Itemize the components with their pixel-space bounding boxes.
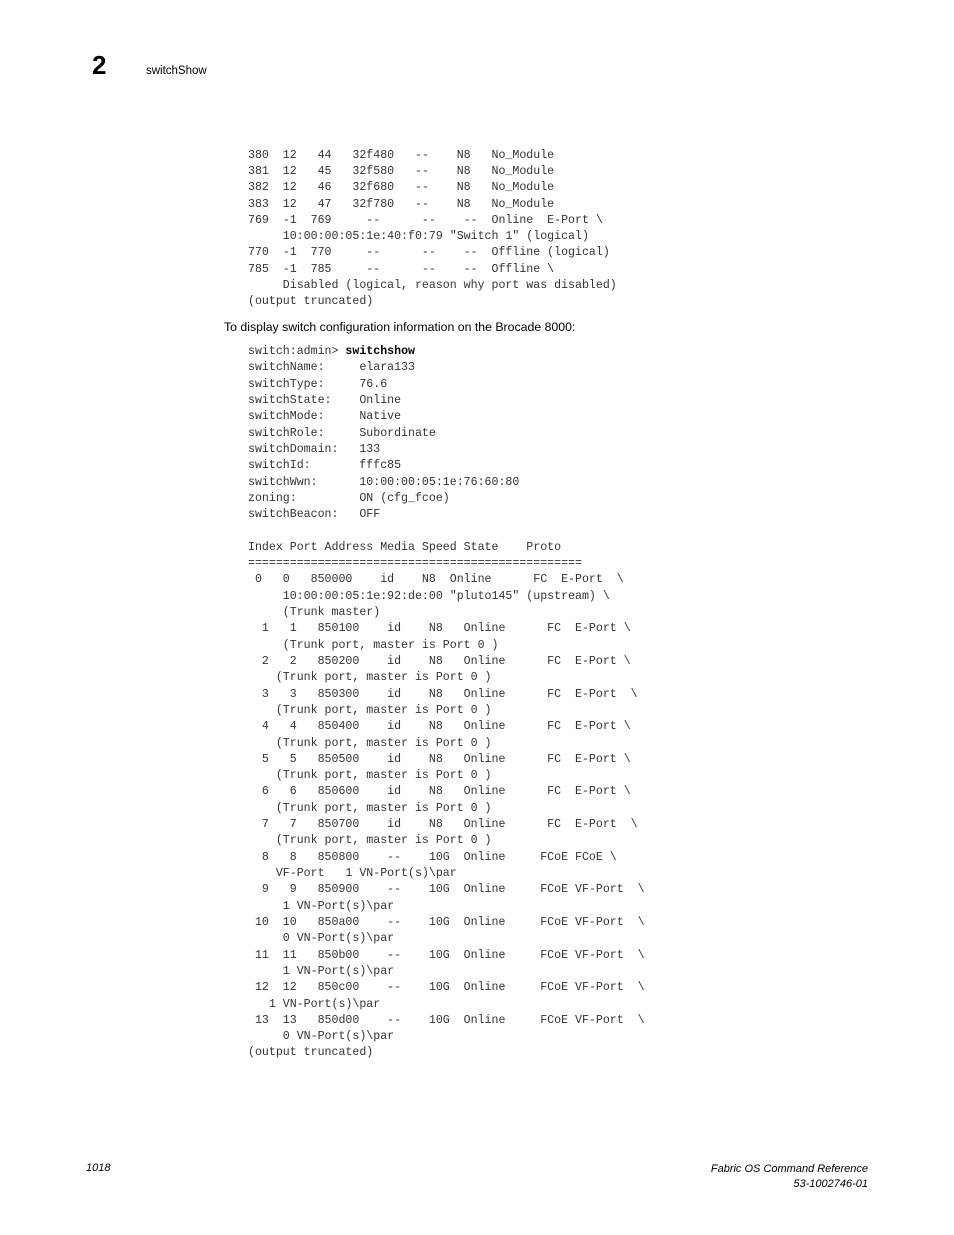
footer-document-title: Fabric OS Command Reference [710, 1163, 868, 1175]
footer-document-id: 53-1002746-01 [793, 1178, 868, 1190]
code-block-port-listing-continued: 380 12 44 32f480 -- N8 No_Module 381 12 … [248, 148, 617, 309]
switchshow-output-body: switchName: elara133 switchType: 76.6 sw… [248, 361, 645, 1060]
page-running-header: 2 switchShow [92, 52, 207, 78]
footer-page-number: 1018 [86, 1162, 111, 1174]
code-block-switchshow-output: switch:admin> switchshow switchName: ela… [248, 344, 645, 1062]
chapter-number: 2 [92, 50, 106, 80]
page-title: switchShow [145, 65, 207, 77]
shell-prompt: switch:admin> [248, 345, 346, 358]
footer-document-info: Fabric OS Command Reference 53-1002746-0… [711, 1162, 868, 1192]
page-footer: 1018 Fabric OS Command Reference 53-1002… [0, 1157, 954, 1217]
body-paragraph-brocade-8000: To display switch configuration informat… [224, 320, 576, 334]
shell-command: switchshow [345, 345, 415, 358]
